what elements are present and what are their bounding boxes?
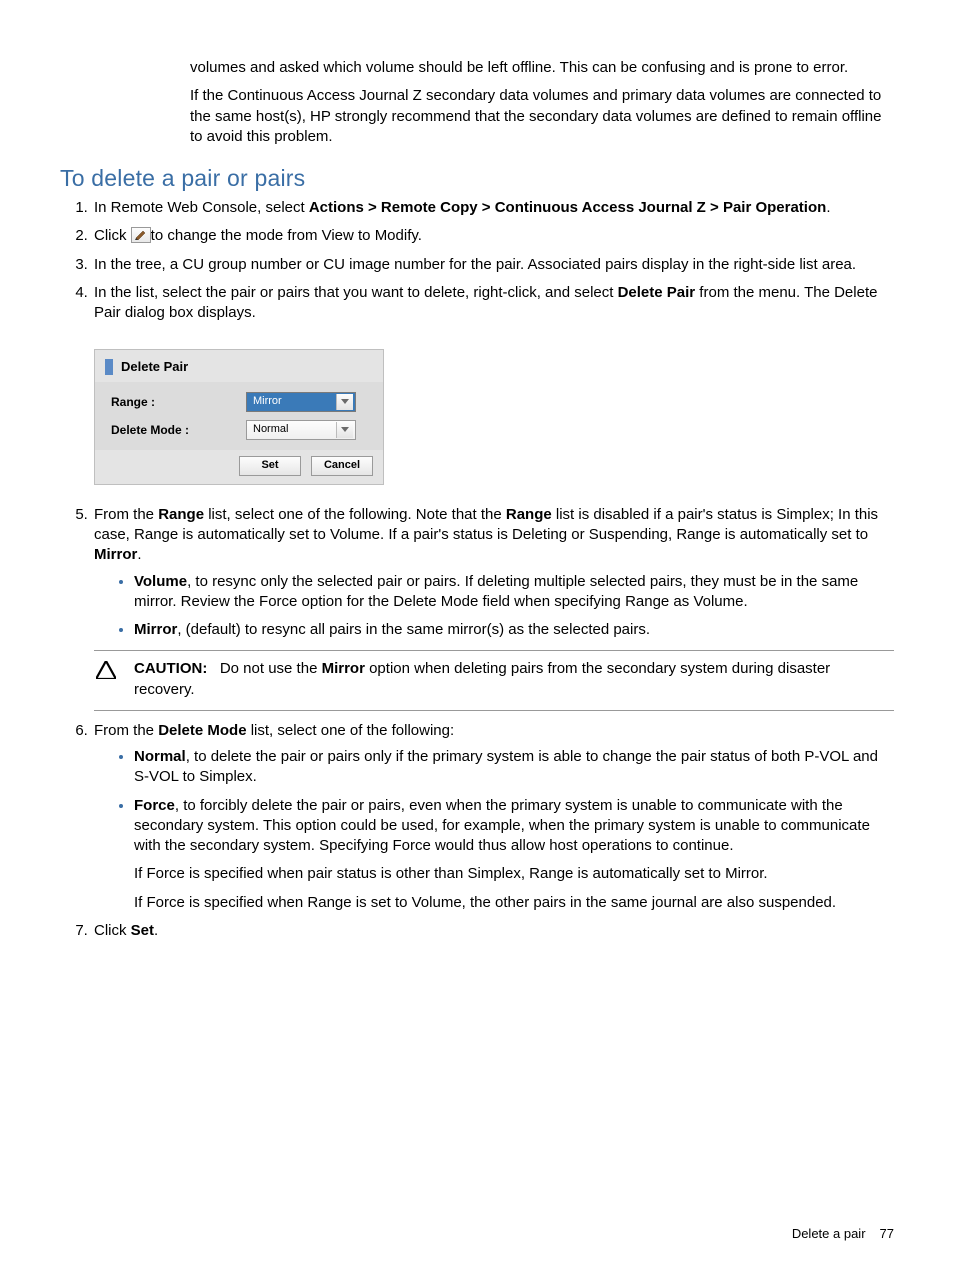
dialog-title-marker [105,359,113,375]
step-5-text-pre: From the [94,506,158,523]
bullet-force-para-2: If Force is specified when pair status i… [134,864,894,884]
step-6: From the Delete Mode list, select one of… [92,721,894,913]
step-6-bullets: Normal, to delete the pair or pairs only… [94,747,894,913]
bullet-force-para-3: If Force is specified when Range is set … [134,893,894,913]
caution-mirror: Mirror [322,660,365,677]
caution-icon [94,659,116,700]
step-7-set: Set [131,922,154,939]
set-button[interactable]: Set [239,456,301,476]
step-7-text-pre: Click [94,922,131,939]
page: volumes and asked which volume should be… [0,0,954,1271]
steps-list: In Remote Web Console, select Actions > … [60,198,894,941]
step-1-text-post: . [826,199,830,216]
step-6-text-post: list, select one of the following: [247,722,455,739]
page-footer: Delete a pair 77 [792,1226,894,1241]
delete-pair-dialog: Delete Pair Range : Mirror Delete Mode : [94,349,384,485]
step-2: Click to change the mode from View to Mo… [92,226,894,246]
step-6-text-pre: From the [94,722,158,739]
step-5-text-mid1: list, select one of the following. Note … [204,506,506,523]
bullet-force: Force, to forcibly delete the pair or pa… [134,796,894,913]
step-4: In the list, select the pair or pairs th… [92,283,894,485]
bullet-mirror: Mirror, (default) to resync all pairs in… [134,620,894,640]
step-5-mirror: Mirror [94,546,137,563]
delete-mode-label: Delete Mode : [111,422,246,438]
bullet-force-label: Force [134,797,175,814]
bullet-normal-label: Normal [134,748,186,765]
step-2-text-pre: Click [94,227,131,244]
step-1-path: Actions > Remote Copy > Continuous Acces… [309,199,826,216]
bullet-volume-label: Volume [134,573,187,590]
chevron-down-icon [336,422,353,438]
delete-mode-select-value: Normal [253,422,288,437]
range-select[interactable]: Mirror [246,392,356,412]
dialog-title: Delete Pair [121,358,188,376]
step-6-delete-mode: Delete Mode [158,722,246,739]
step-1: In Remote Web Console, select Actions > … [92,198,894,218]
step-3: In the tree, a CU group number or CU ima… [92,255,894,275]
bullet-normal: Normal, to delete the pair or pairs only… [134,747,894,788]
step-5-range-1: Range [158,506,204,523]
footer-section: Delete a pair [792,1226,866,1241]
range-select-value: Mirror [253,394,282,409]
step-4-text-pre: In the list, select the pair or pairs th… [94,284,618,301]
step-7: Click Set. [92,921,894,941]
delete-mode-select[interactable]: Normal [246,420,356,440]
dialog-row-mode: Delete Mode : Normal [111,416,373,444]
dialog-title-row: Delete Pair [95,350,383,382]
cancel-button[interactable]: Cancel [311,456,373,476]
caution-box: CAUTION: Do not use the Mirror option wh… [94,650,894,711]
range-label: Range : [111,394,246,410]
bullet-normal-text: , to delete the pair or pairs only if th… [134,748,878,785]
intro-block: volumes and asked which volume should be… [190,58,894,147]
caution-label: CAUTION: [134,660,207,677]
bullet-mirror-text: , (default) to resync all pairs in the s… [177,621,650,638]
caution-text-pre: Do not use the [220,660,322,677]
section-heading: To delete a pair or pairs [60,165,894,192]
step-5-range-2: Range [506,506,552,523]
step-5-text-post: . [137,546,141,563]
step-2-text-post: to change the mode from View to Modify. [151,227,422,244]
step-4-menu-item: Delete Pair [618,284,696,301]
bullet-mirror-label: Mirror [134,621,177,638]
intro-paragraph-1: volumes and asked which volume should be… [190,58,894,78]
step-7-text-post: . [154,922,158,939]
footer-page-number: 77 [880,1226,894,1241]
bullet-volume: Volume, to resync only the selected pair… [134,572,894,613]
intro-paragraph-2: If the Continuous Access Journal Z secon… [190,86,894,147]
step-5: From the Range list, select one of the f… [92,505,894,711]
modify-mode-icon [131,227,151,243]
dialog-footer: Set Cancel [95,450,383,484]
dialog-screenshot: Delete Pair Range : Mirror Delete Mode : [94,349,894,485]
step-1-text-pre: In Remote Web Console, select [94,199,309,216]
dialog-row-range: Range : Mirror [111,388,373,416]
caution-text: CAUTION: Do not use the Mirror option wh… [134,659,894,700]
bullet-volume-text: , to resync only the selected pair or pa… [134,573,858,610]
bullet-force-text: , to forcibly delete the pair or pairs, … [134,797,870,855]
dialog-body: Range : Mirror Delete Mode : Normal [95,382,383,450]
step-5-bullets: Volume, to resync only the selected pair… [94,572,894,641]
chevron-down-icon [336,394,353,410]
